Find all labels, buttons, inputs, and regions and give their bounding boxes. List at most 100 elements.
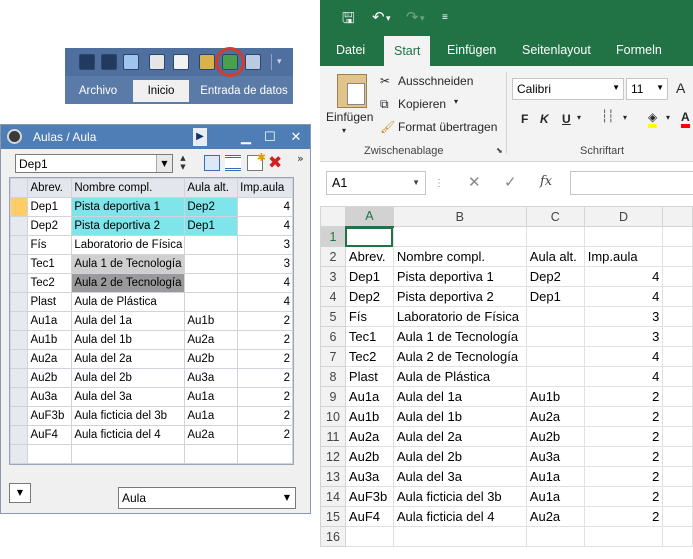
row-header[interactable]: 7 [320,346,346,367]
close-button[interactable]: ✕ [287,128,305,146]
cell-abrev[interactable]: AuF3b [27,406,73,426]
sheet-cell[interactable]: 2 [583,386,664,407]
row-selector[interactable] [10,311,29,331]
sheet-cell[interactable] [662,486,693,507]
sheet-cell[interactable]: 2 [583,406,664,427]
cell-abrev[interactable]: Plast [27,292,73,312]
save-icon[interactable] [101,54,117,70]
italic-button[interactable]: K [540,112,549,126]
cell-aula-alt[interactable]: Au3a [184,368,239,388]
table-row[interactable]: Dep2 Pista deportiva 2 Dep1 4 [10,216,293,236]
sheet-cell[interactable]: Au2a [344,426,394,447]
empty-cell[interactable] [10,463,29,464]
table-row[interactable]: Tec2 Aula 2 de Tecnología 4 [10,273,293,293]
table-row[interactable]: Au1b Aula del 1b Au2a 2 [10,330,293,350]
cut-button[interactable]: Ausschneiden [398,74,473,88]
cell-abrev[interactable]: Au1b [27,330,73,350]
empty-cell[interactable] [71,444,186,464]
undo-dropdown-icon[interactable]: ▾ [386,13,391,24]
undo-icon[interactable]: ↶ [372,8,385,26]
underline-dropdown-icon[interactable]: ▾ [577,113,581,122]
row-selector[interactable] [10,387,29,407]
cell-nombre[interactable]: Pista deportiva 1 [71,197,186,217]
sheet-cell[interactable] [662,366,693,387]
border-dropdown-icon[interactable]: ▾ [623,113,627,122]
row-header[interactable]: 5 [320,306,346,327]
cell-imp-aula[interactable]: 2 [237,311,293,331]
empty-cell[interactable] [184,463,239,464]
sheet-cell[interactable]: Pista deportiva 2 [392,286,527,307]
cell-aula-alt[interactable] [184,235,239,255]
sheet-cell[interactable] [344,526,394,547]
cell-imp-aula[interactable]: 2 [237,349,293,369]
sheet-cell[interactable]: Aula del 2b [392,446,527,467]
copy-icon[interactable]: ⧉ [380,97,389,112]
cell-abrev[interactable]: Au2a [27,349,73,369]
settings-icon[interactable] [199,54,215,70]
cancel-entry-icon[interactable]: ✕ [468,173,481,191]
sheet-cell[interactable]: Dep1 [344,266,394,287]
sheet-cell[interactable]: Dep2 [525,266,585,287]
sheet-cell[interactable] [525,306,585,327]
paste-icon[interactable] [337,74,367,108]
column-header-e[interactable] [662,206,693,227]
grid-col-header[interactable]: Nombre compl. [71,178,186,198]
insert-function-icon[interactable]: fx [540,174,552,189]
paste-dropdown-icon[interactable]: ▾ [342,126,346,135]
import-icon[interactable] [245,54,261,70]
cell-aula-alt[interactable]: Dep1 [184,216,239,236]
sheet-cell[interactable]: Aula del 2a [392,426,527,447]
table-row[interactable]: Dep1 Pista deportiva 1 Dep2 4 [10,197,293,217]
cell-aula-alt[interactable]: Au1b [184,311,239,331]
table-row[interactable]: Au2b Aula del 2b Au3a 2 [10,368,293,388]
empty-cell[interactable] [27,444,73,464]
chevron-down-icon[interactable]: ▼ [612,83,620,92]
tab-einfuegen[interactable]: Einfügen [447,43,496,57]
table-row[interactable]: Tec1 Aula 1 de Tecnología 3 [10,254,293,274]
sheet-cell[interactable]: Au2b [344,446,394,467]
cell-nombre[interactable]: Aula del 2a [71,349,186,369]
cell-imp-aula[interactable]: 2 [237,330,293,350]
tab-archivo[interactable]: Archivo [69,80,127,102]
sheet-cell[interactable] [525,226,585,247]
cell-nombre[interactable]: Aula del 3a [71,387,186,407]
sheet-cell[interactable] [583,226,664,247]
grid-col-header[interactable]: Abrev. [27,178,73,198]
cell-nombre[interactable]: Aula del 2b [71,368,186,388]
cell-imp-aula[interactable]: 2 [237,368,293,388]
cell-abrev[interactable]: Au2b [27,368,73,388]
new-item-icon[interactable]: ✱ [247,151,266,171]
cell-nombre[interactable]: Aula ficticia del 3b [71,406,186,426]
name-box[interactable]: A1 ▼ [326,171,426,195]
sheet-cell[interactable]: AuF4 [344,506,394,527]
open-icon[interactable] [79,54,95,70]
sheet-cell[interactable]: Au3a [344,466,394,487]
cell-aula-alt[interactable]: Dep2 [184,197,239,217]
table-row[interactable]: AuF4 Aula ficticia del 4 Au2a 2 [10,425,293,445]
sheet-cell[interactable]: Dep2 [344,286,394,307]
font-name-box[interactable]: Calibri ▼ [512,78,624,100]
sheet-cell[interactable]: 4 [583,286,664,307]
table-row[interactable]: AuF3b Aula ficticia del 3b Au1a 2 [10,406,293,426]
print-icon[interactable] [149,54,165,70]
cell-aula-alt[interactable]: Au2b [184,349,239,369]
sheet-cell[interactable]: Aula alt. [525,246,585,267]
cell-nombre[interactable]: Laboratorio de Física [71,235,186,255]
row-header[interactable]: 16 [320,526,346,547]
sheet-cell[interactable]: Pista deportiva 1 [392,266,527,287]
sheet-cell[interactable]: Au1a [344,386,394,407]
tab-start[interactable]: Start [384,36,431,66]
row-header[interactable]: 15 [320,506,346,527]
paste-button[interactable]: Einfügen [326,110,373,124]
delete-icon[interactable]: ✖ [268,155,284,172]
sheet-cell[interactable]: Tec1 [344,326,394,347]
chevron-down-icon[interactable]: ▼ [279,488,295,508]
cell-aula-alt[interactable] [184,273,239,293]
sheet-cell[interactable]: 2 [583,506,664,527]
sheet-cell[interactable]: 4 [583,366,664,387]
sheet-cell[interactable]: Au3a [525,446,585,467]
spin-arrows-icon[interactable]: ▲ ▼ [178,154,188,173]
sheet-cell[interactable] [344,226,394,247]
sheet-cell[interactable] [392,226,527,247]
select-all-corner[interactable] [320,206,346,227]
